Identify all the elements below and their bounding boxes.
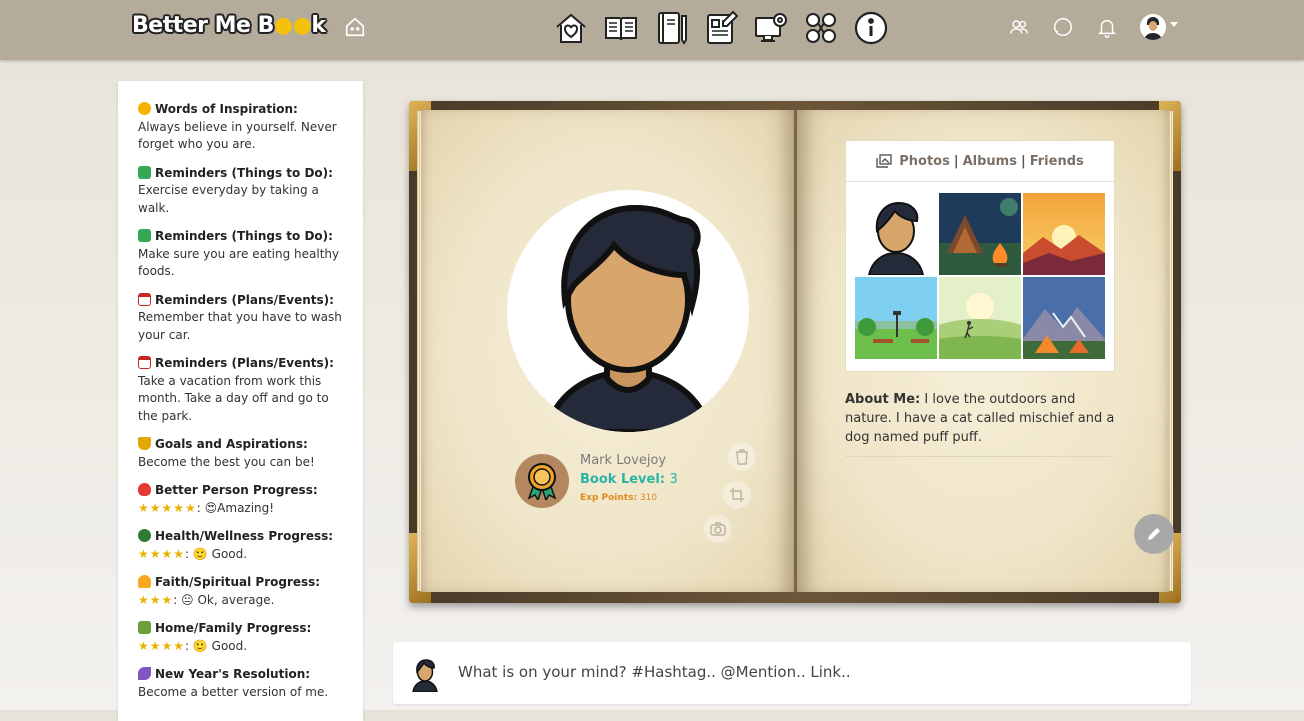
nav-notebook-icon[interactable] <box>603 9 639 47</box>
nav-journal-icon[interactable] <box>653 9 689 47</box>
tree-icon <box>138 529 151 542</box>
photo-thumb-sunset-mountains[interactable] <box>1023 193 1105 275</box>
list-item: Reminders (Things to Do): Make sure you … <box>138 229 340 278</box>
profile-picture[interactable] <box>507 190 749 432</box>
tab-albums[interactable]: Albums <box>963 154 1017 169</box>
nav-planner-icon[interactable] <box>703 9 739 47</box>
friends-icon[interactable] <box>1008 16 1030 38</box>
profile-avatar-illustration <box>543 204 713 432</box>
photos-card: Photos | Albums | Friends <box>845 140 1115 372</box>
post-input[interactable] <box>456 662 1160 682</box>
divider <box>845 456 1113 457</box>
upload-photo-button[interactable] <box>704 515 732 543</box>
list-item: Reminders (Plans/Events): Take a vacatio… <box>138 356 334 423</box>
award-ribbon-icon <box>527 463 557 500</box>
tab-photos[interactable]: Photos <box>899 154 950 169</box>
star-rating: ★★★★ <box>138 546 186 561</box>
chat-icon[interactable] <box>1052 16 1074 38</box>
list-item: Better Person Progress: ★★★★★: 😍Amazing! <box>138 483 318 515</box>
check-mark-icon <box>138 229 151 242</box>
star-rating: ★★★ <box>138 592 174 607</box>
left-page: Mark Lovejoy Book Level: 3 Exp Points: 3… <box>421 110 795 592</box>
tab-friends[interactable]: Friends <box>1030 154 1084 169</box>
photo-thumb-park[interactable] <box>855 277 937 359</box>
photo-thumb-avatar[interactable] <box>855 193 937 275</box>
photos-tabs: Photos | Albums | Friends <box>846 141 1114 182</box>
left-sidebar: Words of Inspiration: Always believe in … <box>118 81 363 721</box>
bell-icon[interactable] <box>1096 16 1118 38</box>
list-item: Reminders (Things to Do): Exercise every… <box>138 165 333 215</box>
camera-icon <box>710 522 726 536</box>
photo-grid <box>855 193 1105 359</box>
nav-network-icon[interactable] <box>803 9 839 47</box>
nav-info-icon[interactable] <box>853 9 889 47</box>
exp-points: Exp Points: 310 <box>580 493 658 503</box>
nav-settings-icon[interactable] <box>753 9 789 47</box>
calendar-icon <box>138 356 151 369</box>
edit-button[interactable] <box>1134 514 1174 554</box>
list-item: Faith/Spiritual Progress: ★★★: 😐 Ok, ave… <box>138 575 321 607</box>
right-page: Photos | Albums | Friends About Me: I lo… <box>797 110 1169 592</box>
check-mark-icon <box>138 165 151 179</box>
header-actions <box>1008 14 1178 40</box>
logo[interactable]: Better Me B●●k <box>132 13 326 38</box>
trash-icon <box>736 449 748 465</box>
delete-photo-button[interactable] <box>728 443 756 471</box>
post-composer <box>393 642 1191 704</box>
smile-emoji-icon <box>138 102 151 115</box>
images-icon <box>876 154 892 168</box>
main-nav <box>553 9 889 49</box>
book-level: Book Level: 3 <box>580 472 678 487</box>
trophy-icon <box>138 437 151 450</box>
list-item: Reminders (Plans/Events): Remember that … <box>138 292 342 342</box>
list-item: Goals and Aspirations: Become the best y… <box>138 437 315 469</box>
party-hat-icon <box>138 667 151 680</box>
list-item: New Year's Resolution: Become a better v… <box>138 667 329 699</box>
list-item: Words of Inspiration: Always believe in … <box>138 102 337 151</box>
calendar-icon <box>138 292 151 306</box>
crop-icon <box>730 488 744 502</box>
list-item: Home/Family Progress: ★★★★: 🙂 Good. <box>138 621 312 653</box>
composer-avatar <box>412 659 438 692</box>
profile-book: Mark Lovejoy Book Level: 3 Exp Points: 3… <box>409 101 1181 603</box>
praying-hands-icon <box>138 575 151 588</box>
star-rating: ★★★★ <box>138 638 186 653</box>
house-icon <box>138 621 151 634</box>
photo-thumb-campfire[interactable] <box>939 193 1021 275</box>
photo-thumb-tent-camp[interactable] <box>1023 277 1105 359</box>
profile-name: Mark Lovejoy <box>580 453 667 468</box>
crop-photo-button[interactable] <box>723 481 751 509</box>
user-avatar[interactable] <box>1140 14 1166 40</box>
list-item: Health/Wellness Progress: ★★★★: 🙂 Good. <box>138 529 334 561</box>
reminders-list: Words of Inspiration: Always believe in … <box>118 81 363 701</box>
pencil-icon <box>1148 528 1160 540</box>
heart-icon <box>138 483 151 496</box>
photo-thumb-jogger[interactable] <box>939 277 1021 359</box>
level-badge[interactable] <box>515 454 569 508</box>
nav-home-icon[interactable] <box>553 9 589 47</box>
about-me: About Me: I love the outdoors and nature… <box>845 392 1115 445</box>
chevron-down-icon[interactable] <box>1170 21 1178 27</box>
star-rating: ★★★★★ <box>138 500 197 515</box>
home-small-icon[interactable] <box>344 16 366 38</box>
top-navbar: Better Me B●●k <box>0 0 1304 60</box>
